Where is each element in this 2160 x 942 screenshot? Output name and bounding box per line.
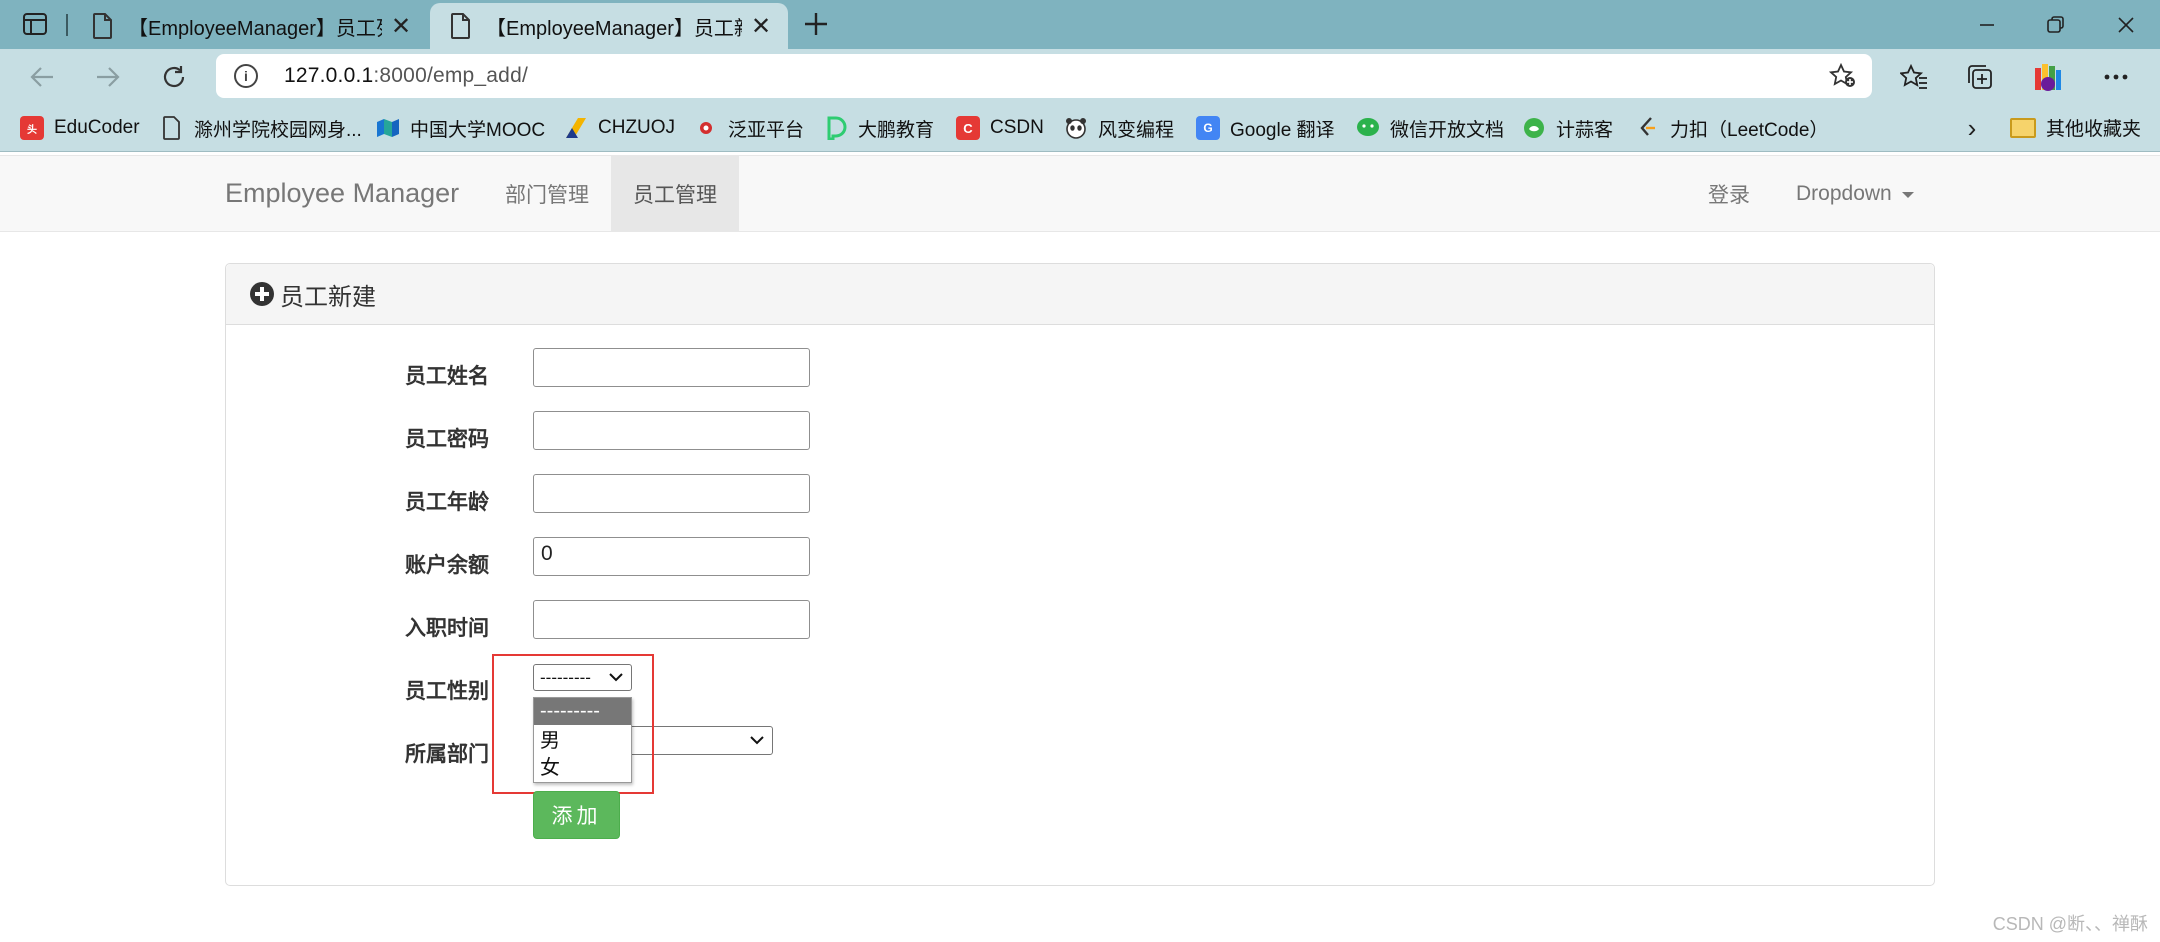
- name-input[interactable]: [533, 348, 810, 387]
- balance-input[interactable]: 0: [533, 537, 810, 576]
- dropdown-label: Dropdown: [1796, 182, 1892, 205]
- leetcode-icon: [1636, 116, 1660, 140]
- bookmark-dapeng[interactable]: 大鹏教育: [824, 114, 934, 142]
- toutiao-icon: 头: [20, 116, 44, 140]
- nav-login[interactable]: 登录: [1686, 156, 1772, 232]
- label-age: 员工年龄: [405, 491, 489, 514]
- bookmark-wechat-docs[interactable]: 微信开放文档: [1356, 114, 1504, 142]
- minimize-button[interactable]: [1953, 0, 2021, 49]
- label-balance: 账户余额: [405, 554, 489, 577]
- tab-actions-icon[interactable]: [18, 11, 52, 37]
- annotation-highlight-box: [492, 654, 654, 794]
- dapeng-icon: [824, 116, 848, 140]
- browser-toolbar: i 127.0.0.1:8000/emp_add/: [0, 49, 2160, 104]
- collections-icon[interactable]: [1962, 59, 1998, 95]
- bookmark-jisuanke[interactable]: 计蒜客: [1522, 114, 1613, 142]
- tab-title: 【EmployeeManager】员工列表: [128, 17, 382, 40]
- mooc-icon: [376, 116, 400, 140]
- label-gender: 员工性别: [405, 680, 489, 703]
- tab-strip: 【EmployeeManager】员工列表 ✕ 【EmployeeManager…: [0, 0, 2160, 49]
- label-name: 员工姓名: [405, 365, 489, 388]
- label-department: 所属部门: [405, 743, 489, 766]
- nav-department[interactable]: 部门管理: [483, 156, 611, 232]
- tab-title: 【EmployeeManager】员工新建: [486, 17, 742, 40]
- bookmark-google-translate[interactable]: G Google 翻译: [1196, 114, 1335, 142]
- watermark: CSDN @断、、禅酥: [1992, 914, 2148, 934]
- back-button[interactable]: [24, 59, 60, 95]
- close-window-button[interactable]: [2092, 0, 2160, 49]
- folder-icon: [2010, 117, 2036, 138]
- bookmarks-bar: 头 EduCoder 滁州学院校园网身... 中国大学MOOC CHZUOJ 泛…: [0, 104, 2160, 152]
- bookmark-csdn[interactable]: C CSDN: [956, 114, 1044, 142]
- more-icon[interactable]: [2098, 59, 2134, 95]
- panel-heading: 员工新建: [226, 264, 1934, 325]
- age-input[interactable]: [533, 474, 810, 513]
- plus-icon: [805, 13, 827, 35]
- bookmark-fengbian[interactable]: 风变编程: [1064, 114, 1174, 142]
- add-favorite-icon[interactable]: [1828, 62, 1858, 90]
- favorites-icon[interactable]: [1896, 59, 1932, 95]
- extension-icon[interactable]: [2030, 59, 2066, 95]
- create-time-input[interactable]: [533, 600, 810, 639]
- nav-dropdown[interactable]: Dropdown: [1774, 156, 1936, 232]
- bookmark-chuzhou[interactable]: 滁州学院校园网身...: [160, 114, 362, 142]
- close-icon[interactable]: ✕: [390, 13, 412, 40]
- csdn-icon: C: [956, 116, 980, 140]
- add-button[interactable]: 添加: [533, 791, 620, 839]
- plus-circle-icon: [250, 282, 274, 306]
- jisuanke-icon: [1522, 116, 1546, 140]
- wechat-icon: [1356, 116, 1380, 140]
- bookmark-fanya[interactable]: 泛亚平台: [694, 114, 804, 142]
- fanya-icon: [694, 116, 718, 140]
- label-create-time: 入职时间: [405, 617, 489, 640]
- tab-employee-list[interactable]: 【EmployeeManager】员工列表 ✕: [72, 3, 428, 49]
- refresh-button[interactable]: [156, 59, 192, 95]
- restore-button[interactable]: [2022, 0, 2090, 49]
- bookmark-educoder[interactable]: 头 EduCoder: [20, 114, 140, 142]
- google-translate-icon: G: [1196, 116, 1220, 140]
- url-text: 127.0.0.1:8000/emp_add/: [284, 64, 528, 87]
- address-bar[interactable]: i 127.0.0.1:8000/emp_add/: [216, 54, 1872, 98]
- panda-icon: [1064, 116, 1088, 140]
- bookmark-mooc[interactable]: 中国大学MOOC: [376, 114, 545, 142]
- forward-button[interactable]: [90, 59, 126, 95]
- close-icon[interactable]: ✕: [750, 13, 772, 40]
- nav-employee[interactable]: 员工管理: [611, 156, 739, 232]
- new-tab-button[interactable]: [800, 8, 832, 40]
- brand-link[interactable]: Employee Manager: [225, 178, 459, 209]
- tab-employee-new[interactable]: 【EmployeeManager】员工新建 ✕: [430, 3, 788, 49]
- document-icon: [160, 116, 184, 140]
- caret-down-icon: [1901, 192, 1914, 198]
- top-navbar: Employee Manager 部门管理 员工管理 登录 Dropdown: [0, 155, 2160, 232]
- label-password: 员工密码: [405, 428, 489, 451]
- document-icon: [451, 13, 470, 39]
- document-icon: [93, 13, 112, 39]
- tab-separator: [66, 14, 68, 36]
- chevron-right-icon[interactable]: ›: [1960, 113, 1984, 143]
- password-input[interactable]: [533, 411, 810, 450]
- panel-title: 员工新建: [280, 283, 376, 311]
- bookmark-leetcode[interactable]: 力扣（LeetCode）: [1636, 114, 1828, 142]
- bookmark-chzuoj[interactable]: CHZUOJ: [564, 114, 675, 142]
- other-bookmarks-folder[interactable]: 其他收藏夹: [2010, 114, 2141, 141]
- chevron-down-icon: [750, 736, 764, 745]
- chzuoj-icon: [564, 116, 588, 140]
- info-icon[interactable]: i: [234, 64, 258, 88]
